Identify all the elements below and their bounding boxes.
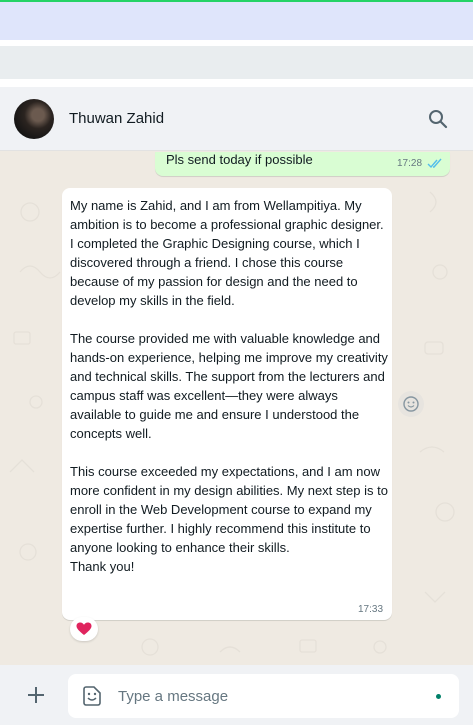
chat-header[interactable]: Thuwan Zahid <box>0 87 473 151</box>
search-icon[interactable] <box>426 107 450 131</box>
reaction-chip[interactable] <box>70 617 98 641</box>
secondary-banner <box>0 46 473 79</box>
outgoing-message-text: Pls send today if possible <box>166 152 313 167</box>
contact-name[interactable]: Thuwan Zahid <box>69 110 164 127</box>
incoming-message[interactable]: My name is Zahid, and I am from Wellampi… <box>62 188 392 620</box>
message-input-wrapper[interactable] <box>68 674 459 718</box>
react-emoji-icon[interactable] <box>398 391 424 417</box>
incoming-message-time: 17:33 <box>358 604 384 615</box>
message-paragraph: My name is Zahid, and I am from Wellampi… <box>70 198 384 308</box>
composer-bar <box>0 665 473 725</box>
emoji-icon[interactable] <box>80 684 104 708</box>
plus-icon[interactable] <box>24 683 48 707</box>
top-banner <box>0 2 473 40</box>
message-paragraph: This course exceeded my expectations, an… <box>70 464 388 555</box>
message-paragraph: Thank you! <box>70 559 135 574</box>
outgoing-message-time: 17:28 <box>397 158 423 169</box>
contact-avatar[interactable] <box>14 99 54 139</box>
message-input[interactable] <box>118 684 418 708</box>
incoming-message-text: My name is Zahid, and I am from Wellampi… <box>70 196 388 576</box>
chat-area[interactable]: Pls send today if possible 17:28 My name… <box>0 152 473 665</box>
status-dot <box>436 694 441 699</box>
outgoing-message[interactable]: Pls send today if possible 17:28 <box>155 152 450 176</box>
read-ticks-icon <box>427 158 442 169</box>
heart-icon <box>76 622 92 635</box>
message-paragraph: The course provided me with valuable kno… <box>70 331 388 441</box>
